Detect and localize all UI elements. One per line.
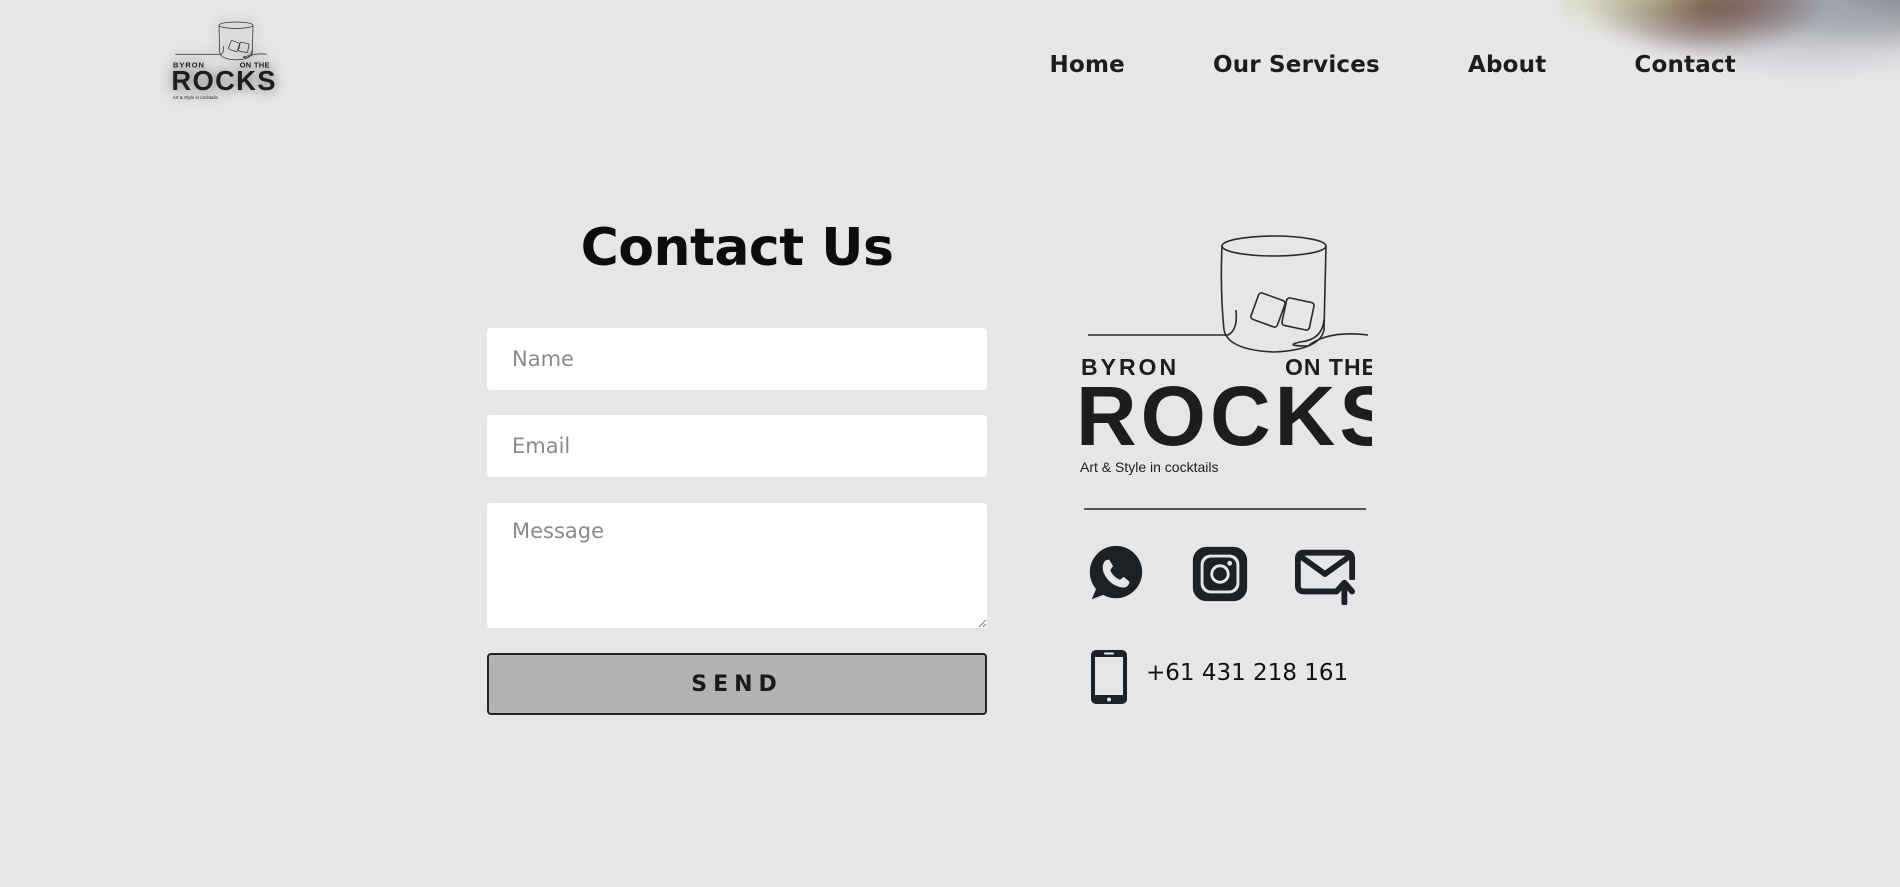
logo-tagline: Art & Style in cocktails [173, 95, 219, 100]
page-title: Contact Us [580, 218, 894, 278]
phone-number[interactable]: +61 431 218 161 [1146, 660, 1348, 686]
email-input[interactable] [487, 415, 987, 477]
logo-rocks-text: ROCKS [171, 65, 277, 96]
site-logo[interactable]: BYRON ON THE ROCKS Art & Style in cockta… [160, 20, 280, 100]
divider [1084, 508, 1366, 510]
nav-about[interactable]: About [1468, 52, 1546, 78]
message-textarea[interactable] [487, 503, 987, 628]
mobile-phone-icon [1091, 650, 1127, 704]
send-button[interactable]: SEND [487, 653, 987, 715]
header-background-photo [1560, 0, 1900, 100]
brand-tagline: Art & Style in cocktails [1080, 459, 1219, 475]
main-nav: Home Our Services About Contact [1050, 52, 1736, 78]
brand-logo: BYRON ON THE ROCKS Art & Style in cockta… [1078, 235, 1372, 475]
name-input[interactable] [487, 328, 987, 390]
nav-our-services[interactable]: Our Services [1213, 52, 1380, 78]
instagram-icon[interactable] [1189, 543, 1251, 605]
mail-icon[interactable] [1294, 543, 1356, 605]
nav-home[interactable]: Home [1050, 52, 1125, 78]
whatsapp-icon[interactable] [1084, 543, 1146, 605]
nav-contact[interactable]: Contact [1634, 52, 1736, 78]
brand-rocks-text: ROCKS [1078, 369, 1372, 463]
